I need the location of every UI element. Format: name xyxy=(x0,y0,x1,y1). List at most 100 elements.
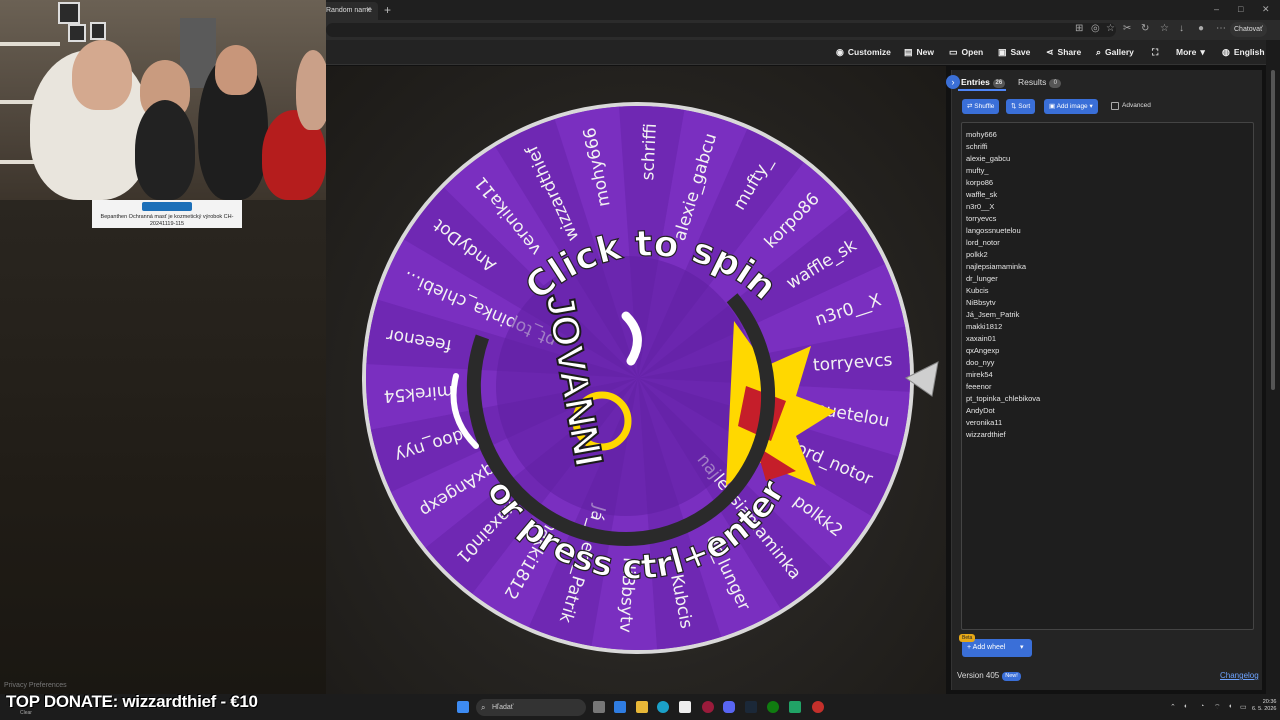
advanced-checkbox[interactable] xyxy=(1111,102,1119,110)
url-field[interactable] xyxy=(326,23,1116,37)
weather-widget[interactable]: Clear xyxy=(20,710,32,716)
new-tab-icon[interactable]: + xyxy=(384,3,391,17)
entry-item[interactable]: Já_Jsem_Patrik xyxy=(966,309,1253,321)
download-icon[interactable]: ↓ xyxy=(1179,23,1184,34)
reader-icon[interactable]: ◎ xyxy=(1091,23,1100,34)
entry-item[interactable]: torryevcs xyxy=(966,213,1253,225)
gallery-button[interactable]: ⌕ Gallery xyxy=(1096,47,1134,58)
spin-wheel[interactable]: mohy666 schriffi alexie_gabcu mufty_korpo86… xyxy=(326,66,946,694)
chat-button[interactable]: Chatovať xyxy=(1230,22,1267,37)
entry-item[interactable]: langossnuetelou xyxy=(966,225,1253,237)
ad-banner: Bepanthen Ochranná masť je kozmetický vý… xyxy=(92,200,242,228)
chevron-down-icon[interactable]: ▾ xyxy=(1020,639,1024,657)
entry-item[interactable]: mirek54 xyxy=(966,369,1253,381)
globe-icon: ◍ xyxy=(1222,47,1230,57)
ad-text: Bepanthen Ochranná masť je kozmetický vý… xyxy=(100,214,234,227)
extension-icon[interactable]: ⊞ xyxy=(1075,23,1083,34)
start-icon[interactable] xyxy=(457,701,469,713)
entry-item[interactable]: schriffi xyxy=(966,141,1253,153)
tab-close-icon[interactable]: × xyxy=(366,4,371,14)
tab-entries[interactable]: Entries 26 xyxy=(961,77,1005,88)
new-button[interactable]: ▤ New xyxy=(904,47,934,58)
sort-button[interactable]: ⇅ Sort xyxy=(1006,99,1036,114)
entry-item[interactable]: polkk2 xyxy=(966,249,1253,261)
taskbar-search[interactable]: ⌕ Hľadať xyxy=(476,699,586,716)
fullscreen-button[interactable]: ⛶ xyxy=(1152,47,1162,58)
close-window-icon[interactable]: ✕ xyxy=(1262,4,1270,15)
more-label: More xyxy=(1176,47,1197,57)
taskbar-clock[interactable]: 20:36 6. 5. 2026 xyxy=(1252,699,1276,713)
steam-icon[interactable] xyxy=(745,701,757,713)
entry-item[interactable]: najlepsiamaminka xyxy=(966,261,1253,273)
new-badge: New! xyxy=(1002,672,1021,681)
tray-app-icon[interactable]: ◐ xyxy=(1184,703,1188,710)
entry-item[interactable]: qxAngexp xyxy=(966,345,1253,357)
volume-icon[interactable]: ◖ xyxy=(1228,703,1232,710)
save-button[interactable]: ▣ Save xyxy=(998,47,1030,58)
add-image-label: Add image xyxy=(1056,103,1088,110)
entry-item[interactable]: xaxain01 xyxy=(966,333,1253,345)
profile-icon[interactable]: ● xyxy=(1198,23,1204,34)
entry-item[interactable]: NiBbsytv xyxy=(966,297,1253,309)
add-image-button[interactable]: ▣ Add image ▾ xyxy=(1044,99,1098,114)
more-dots-icon[interactable]: ⋯ xyxy=(1216,23,1226,34)
entries-count-badge: 26 xyxy=(992,79,1005,88)
maximize-icon[interactable]: □ xyxy=(1238,4,1243,14)
file-explorer-icon[interactable] xyxy=(636,701,648,713)
tray-chevron-icon[interactable]: ⌃ xyxy=(1170,703,1176,711)
entry-item[interactable]: doo_nyy xyxy=(966,357,1253,369)
entry-item[interactable]: mohy666 xyxy=(966,129,1253,141)
excel-icon[interactable] xyxy=(789,701,801,713)
entry-item[interactable]: waffle_sk xyxy=(966,189,1253,201)
save-icon: ▣ xyxy=(998,47,1007,57)
entry-item[interactable]: dr_lunger xyxy=(966,273,1253,285)
copilot-icon[interactable] xyxy=(614,701,626,713)
entries-textarea[interactable]: mohy666 schriffi alexie_gabcu mufty_ korpo86… xyxy=(961,122,1254,630)
obs-icon[interactable] xyxy=(812,701,824,713)
edge-icon[interactable] xyxy=(657,701,669,713)
customize-button[interactable]: ◉ Customize xyxy=(836,47,891,58)
changelog-link[interactable]: Changelog xyxy=(1220,671,1259,680)
collapse-panel-icon[interactable]: › xyxy=(946,75,960,89)
version-info: Version 405 New! xyxy=(957,671,1021,681)
share-button[interactable]: ⋖ Share xyxy=(1046,47,1081,58)
entry-item[interactable]: veronika11 xyxy=(966,417,1253,429)
entry-item[interactable]: mufty_ xyxy=(966,165,1253,177)
discord-icon[interactable] xyxy=(723,701,735,713)
new-file-icon: ▤ xyxy=(904,47,913,57)
tab-results[interactable]: Results 0 xyxy=(1018,77,1062,88)
language-button[interactable]: ◍ English xyxy=(1222,47,1265,58)
xbox-icon[interactable] xyxy=(767,701,779,713)
entry-item[interactable]: AndyDot xyxy=(966,405,1253,417)
network-icon[interactable]: ◔ xyxy=(1200,703,1204,710)
entry-item[interactable]: pt_topinka_chlebikova xyxy=(966,393,1253,405)
task-view-icon[interactable] xyxy=(593,701,605,713)
privacy-preferences-link[interactable]: Privacy Preferences xyxy=(4,682,67,689)
refresh-icon[interactable]: ↻ xyxy=(1141,23,1149,34)
battery-icon[interactable]: ▭ xyxy=(1240,703,1247,711)
favorite-star-icon[interactable]: ☆ xyxy=(1106,23,1115,34)
palette-icon: ◉ xyxy=(836,47,844,57)
entry-item[interactable]: feeenor xyxy=(966,381,1253,393)
new-label: New xyxy=(916,47,934,57)
opera-icon[interactable] xyxy=(702,701,714,713)
entry-item[interactable]: Kubcis xyxy=(966,285,1253,297)
collections-icon[interactable]: ☆ xyxy=(1160,23,1169,34)
entry-item[interactable]: alexie_gabcu xyxy=(966,153,1253,165)
advanced-label: Advanced xyxy=(1122,102,1151,109)
beta-badge: Beta xyxy=(959,634,976,642)
entry-item[interactable]: n3r0__X xyxy=(966,201,1253,213)
shuffle-button[interactable]: ⇄ Shuffle xyxy=(962,99,1000,114)
open-button[interactable]: ▭ Open xyxy=(949,47,983,58)
top-donate-overlay: TOP DONATE: wizzardthief - €10 xyxy=(6,692,258,711)
entry-item[interactable]: wizzardthief xyxy=(966,429,1253,441)
entry-item[interactable]: korpo86 xyxy=(966,177,1253,189)
page-scrollbar-thumb[interactable] xyxy=(1271,70,1275,390)
entry-item[interactable]: makki1812 xyxy=(966,321,1253,333)
more-button[interactable]: More ▾ xyxy=(1176,47,1209,58)
puzzle-icon[interactable]: ✂ xyxy=(1123,23,1131,34)
wifi-icon[interactable]: ⌔ xyxy=(1214,703,1221,712)
entry-item[interactable]: lord_notor xyxy=(966,237,1253,249)
store-icon[interactable] xyxy=(679,701,691,713)
minimize-icon[interactable]: – xyxy=(1214,4,1219,14)
